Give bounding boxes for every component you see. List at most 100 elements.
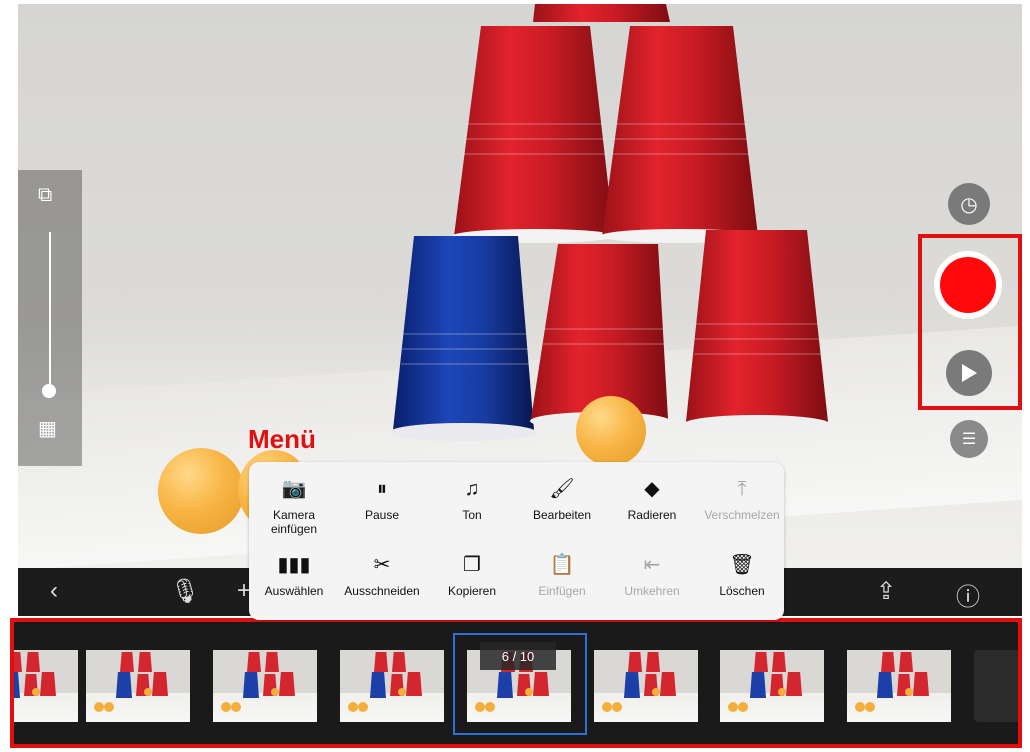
thumb-cup xyxy=(374,652,388,672)
reverse-icon: ⇤ xyxy=(643,554,661,576)
frame-context-menu: 📷 Kamera einfügen ⏸ Pause ♫ Ton 🖌 Bearbeiten ◆ Ra… xyxy=(249,462,784,620)
timer-icon[interactable]: ◷ xyxy=(948,183,990,225)
brush-icon: 🖌 xyxy=(549,478,575,500)
thumb-cup xyxy=(370,672,386,698)
onion-skin-icon[interactable]: ⧉ xyxy=(38,184,52,207)
menu-item-copy[interactable]: ❐ Kopieren xyxy=(427,552,517,598)
scissors-icon: ✂ xyxy=(373,554,391,576)
orange-ball xyxy=(576,396,646,466)
eraser-icon: ◆ xyxy=(644,478,660,500)
menu-item-label: Bearbeiten xyxy=(532,508,592,522)
frame-thumbnail[interactable] xyxy=(594,650,698,722)
thumb-cup xyxy=(646,652,660,672)
microphone-icon[interactable]: 🎙 xyxy=(170,577,200,606)
thumb-cup xyxy=(243,672,259,698)
thumb-ball xyxy=(94,702,104,712)
menu-item-label: Pause xyxy=(364,508,400,522)
thumb-cup xyxy=(14,652,22,672)
thumb-cup xyxy=(624,672,640,698)
frame-thumbnail[interactable] xyxy=(847,650,951,722)
thumb-cup xyxy=(750,672,766,698)
frame-thumbnail[interactable] xyxy=(14,650,78,722)
thumb-cup xyxy=(279,672,295,696)
onion-skin-panel: ⧉ ▦ xyxy=(18,170,82,466)
orange-ball xyxy=(158,448,244,534)
thumb-cup xyxy=(628,652,642,672)
menu-item-reverse: ⇤ Umkehren xyxy=(607,552,697,598)
help-icon[interactable]: ⓘ xyxy=(956,577,980,612)
thumb-cup xyxy=(772,652,786,672)
thumb-ball xyxy=(612,702,622,712)
menu-item-paste: 📋 Einfügen xyxy=(517,552,607,598)
back-chevron-icon[interactable]: ‹ xyxy=(50,577,58,605)
frame-thumbnail[interactable] xyxy=(213,650,317,722)
merge-icon: ⤒ xyxy=(737,478,747,500)
menu-item-camera[interactable]: 📷 Kamera einfügen xyxy=(249,476,339,536)
menu-item-brush[interactable]: 🖌 Bearbeiten xyxy=(517,476,607,522)
pause-icon: ⏸ xyxy=(377,478,387,500)
record-icon xyxy=(940,257,996,313)
select-frames-icon: ▮▮▮ xyxy=(277,554,311,576)
thumb-cup xyxy=(877,672,893,698)
thumb-cup xyxy=(754,652,768,672)
thumb-ball xyxy=(231,702,241,712)
menu-annotation-label: Menü xyxy=(248,424,316,454)
menu-item-label: Kamera einfügen xyxy=(270,508,318,536)
menu-item-merge: ⤒ Verschmelzen xyxy=(697,476,787,522)
menu-item-eraser[interactable]: ◆ Radieren xyxy=(607,476,697,522)
thumb-cup xyxy=(786,672,802,696)
grid-off-icon[interactable]: ▦ xyxy=(38,416,57,441)
thumb-cup xyxy=(881,652,895,672)
trash-icon: 🗑 xyxy=(729,554,755,576)
thumb-cup xyxy=(247,652,261,672)
menu-item-scissors[interactable]: ✂ Ausschneiden xyxy=(337,552,427,598)
thumb-cup xyxy=(913,672,929,696)
thumb-ball xyxy=(738,702,748,712)
thumb-ball xyxy=(602,702,612,712)
thumb-ball xyxy=(855,702,865,712)
paste-icon: 📋 xyxy=(549,554,575,576)
frame-thumbnail[interactable] xyxy=(340,650,444,722)
settings-icon[interactable]: ☰ xyxy=(950,420,988,458)
frame-counter: 6 / 10 xyxy=(480,642,556,670)
play-icon xyxy=(962,364,977,382)
thumb-cup xyxy=(138,652,152,672)
frame-thumbnail[interactable] xyxy=(86,650,190,722)
menu-item-pause[interactable]: ⏸ Pause xyxy=(337,476,427,522)
menu-item-select-frames[interactable]: ▮▮▮ Auswählen xyxy=(249,552,339,598)
thumb-ball xyxy=(221,702,231,712)
menu-item-music-note[interactable]: ♫ Ton xyxy=(427,476,517,522)
menu-item-label: Auswählen xyxy=(264,584,324,598)
thumb-cup xyxy=(120,652,134,672)
menu-item-label: Einfügen xyxy=(538,584,586,598)
menu-item-trash[interactable]: 🗑 Löschen xyxy=(697,552,787,598)
thumb-cup xyxy=(660,672,676,696)
opacity-slider-knob[interactable] xyxy=(42,384,56,398)
thumb-cup xyxy=(899,652,913,672)
thumb-cup xyxy=(152,672,168,696)
menu-item-label: Umkehren xyxy=(624,584,680,598)
thumb-ball xyxy=(32,688,40,696)
thumb-ball xyxy=(271,688,279,696)
thumb-cup xyxy=(116,672,132,698)
add-frame-slot[interactable] xyxy=(974,650,1018,722)
thumb-ball xyxy=(104,702,114,712)
thumb-cup xyxy=(265,652,279,672)
frame-thumbnail[interactable] xyxy=(720,650,824,722)
thumb-ball xyxy=(358,702,368,712)
menu-item-label: Verschmelzen xyxy=(704,508,780,522)
record-button[interactable] xyxy=(934,251,1002,319)
thumb-cup xyxy=(406,672,422,696)
filmstrip[interactable] xyxy=(10,618,1022,748)
copy-icon: ❐ xyxy=(463,554,481,576)
menu-item-label: Ausschneiden xyxy=(344,584,420,598)
menu-item-label: Radieren xyxy=(627,508,677,522)
thumb-cup xyxy=(14,672,20,698)
opacity-slider[interactable] xyxy=(49,232,51,392)
thumb-ball xyxy=(865,702,875,712)
thumb-ball xyxy=(144,688,152,696)
play-button[interactable] xyxy=(946,350,992,396)
share-icon[interactable]: ⇪ xyxy=(876,577,896,606)
menu-item-label: Kopieren xyxy=(447,584,497,598)
thumb-ball xyxy=(348,702,358,712)
